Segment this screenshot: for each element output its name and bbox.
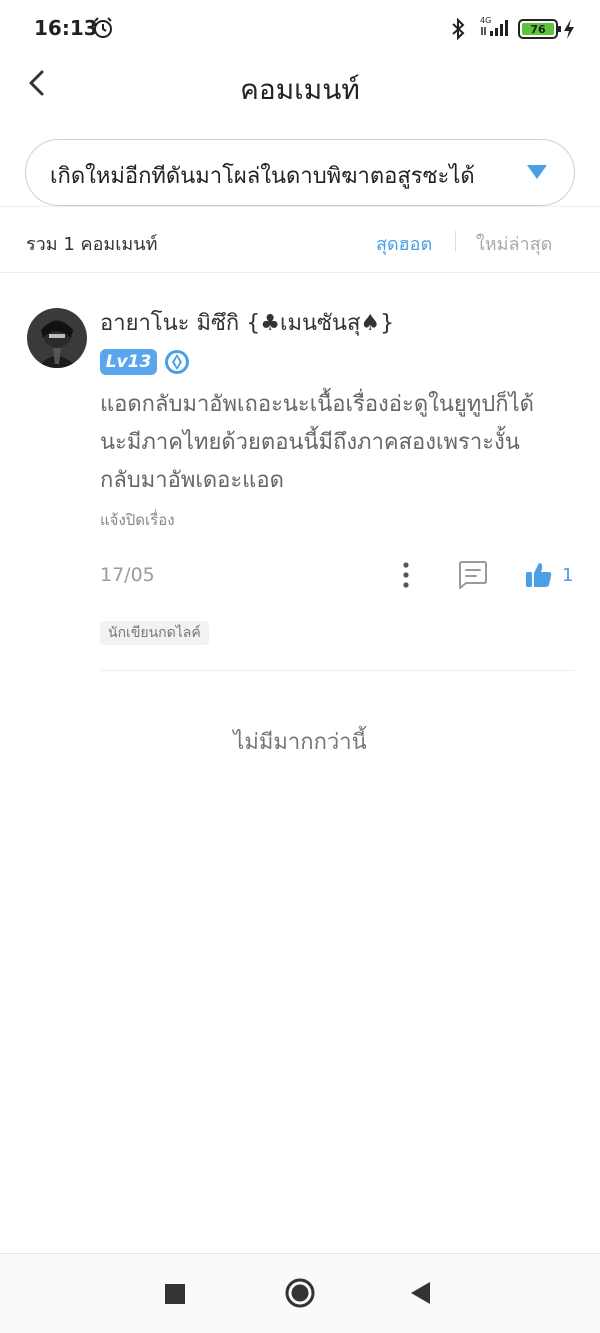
chapter-selected: เกิดใหม่อีกทีดันมาโผล่ในดาบพิฆาตอสูรซะได… <box>50 164 475 189</box>
status-bar: 16:13 4G 76 <box>0 0 600 58</box>
battery-icon: 76 <box>518 19 561 39</box>
triangle-down-icon <box>527 165 547 179</box>
status-time: 16:13 <box>34 16 98 40</box>
like-count: 1 <box>562 565 574 586</box>
comment-line: นะมีภาคไทยด้วยตอนนี้มีถึงภาคสองเพราะงั้น <box>100 430 520 455</box>
nav-back-button[interactable] <box>410 1281 432 1305</box>
recent-apps-button[interactable] <box>165 1284 185 1304</box>
sort-newest-tab[interactable]: ใหม่ล่าสุด <box>476 229 552 258</box>
chapter-dropdown[interactable]: เกิดใหม่อีกทีดันมาโผล่ในดาบพิฆาตอสูรซะได… <box>25 139 575 206</box>
network-label: 4G <box>480 16 491 25</box>
comment-username[interactable]: อายาโนะ มิซึกิ {♣เมนซันสุ♠} <box>100 305 394 340</box>
page-title: คอมเมนท์ <box>240 73 360 106</box>
divider <box>100 670 575 671</box>
comment-line: แอดกลับมาอัพเถอะนะเนื้อเรื่องอ่ะดูในยูทู… <box>100 392 534 417</box>
thumbs-up-icon[interactable] <box>524 560 554 590</box>
signal-icon: 4G <box>480 16 508 36</box>
sort-hot-tab[interactable]: สุดฮอต <box>376 229 432 258</box>
header: คอมเมนท์ <box>0 58 600 124</box>
comment-date: 17/05 <box>100 564 155 586</box>
comment-summary-row: รวม 1 คอมเมนท์ สุดฮอต ใหม่ล่าสุด <box>0 207 600 273</box>
alarm-icon <box>94 17 112 38</box>
author-liked-tag: นักเขียนกดไลค์ <box>100 621 209 645</box>
level-badge: Lv13 <box>100 349 157 375</box>
avatar[interactable] <box>27 308 87 368</box>
home-button[interactable] <box>284 1277 316 1309</box>
more-options-icon[interactable] <box>395 560 417 590</box>
bluetooth-icon <box>452 17 465 41</box>
system-nav-bar <box>0 1254 600 1333</box>
comment-count: รวม 1 คอมเมนท์ <box>26 234 158 255</box>
sort-separator <box>455 231 456 251</box>
reply-icon[interactable] <box>457 560 489 590</box>
divider <box>0 272 600 273</box>
report-link[interactable]: แจ้งปิดเรื่อง <box>100 508 175 532</box>
verified-badge-icon <box>165 350 189 374</box>
comment-line: กลับมาอัพเดอะแอด <box>100 468 284 493</box>
charging-icon <box>564 19 574 39</box>
comment-text: แอดกลับมาอัพเถอะนะเนื้อเรื่องอ่ะดูในยูทู… <box>100 386 570 500</box>
battery-level: 76 <box>530 23 546 36</box>
end-of-list-text: ไม่มีมากกว่านี้ <box>233 730 367 755</box>
